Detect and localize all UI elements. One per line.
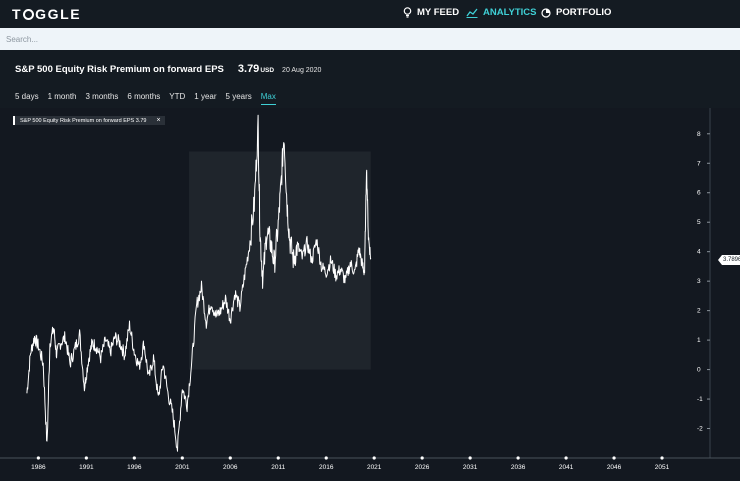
line-chart-icon — [466, 8, 478, 18]
x-tick-label: 2041 — [559, 464, 574, 471]
y-tick-label: -1 — [697, 396, 703, 403]
x-tick-dot — [324, 456, 328, 460]
range-5-days[interactable]: 5 days — [15, 92, 39, 105]
x-tick-dot — [660, 456, 664, 460]
range-max[interactable]: Max — [260, 92, 276, 105]
x-tick-dot — [420, 456, 424, 460]
current-value: 3.79 — [237, 63, 260, 75]
x-tick-label: 2006 — [223, 464, 238, 471]
price-chart[interactable]: 8 7 6 5 4 3 2 1 0 -1 -2 1986 1991 1996 2001 2006 2011 201… — [0, 108, 740, 481]
currency-label: USD — [260, 67, 275, 74]
series-legend-label: S&P 500 Equity Risk Premium on forward E… — [20, 118, 147, 124]
x-tick-label: 2051 — [655, 464, 670, 471]
lightbulb-icon — [403, 7, 412, 18]
y-tick-label: 6 — [697, 190, 701, 197]
y-tick-label: 7 — [697, 160, 701, 167]
nav-portfolio-label: PORTFOLIO — [556, 7, 612, 18]
x-tick-label: 2001 — [175, 464, 190, 471]
series-legend-tag: S&P 500 Equity Risk Premium on forward E… — [13, 116, 165, 125]
pie-chart-icon — [541, 7, 551, 18]
chart-area[interactable]: 8 7 6 5 4 3 2 1 0 -1 -2 1986 1991 1996 2001 2006 2011 201… — [0, 108, 740, 481]
x-tick-dot — [372, 456, 376, 460]
x-tick-dot — [36, 456, 40, 460]
y-tick-label: 0 — [697, 367, 701, 374]
chart-header: S&P 500 Equity Risk Premium on forward E… — [15, 63, 321, 77]
y-tick-label: 1 — [697, 337, 701, 344]
x-tick-label: 2021 — [367, 464, 382, 471]
x-tick-label: 2026 — [415, 464, 430, 471]
y-tick-label: -2 — [697, 426, 703, 433]
x-tick-dot — [564, 456, 568, 460]
range-6-months[interactable]: 6 months — [127, 92, 160, 105]
x-tick-dot — [516, 456, 520, 460]
search-input[interactable] — [0, 28, 740, 50]
x-tick-dot — [612, 456, 616, 460]
x-tick-dot — [84, 456, 88, 460]
top-nav-bar: T GGLE MY FEED ANALYTICS PORTFOLIO — [0, 0, 740, 28]
x-tick-dot — [132, 456, 136, 460]
y-tick-label: 4 — [697, 249, 701, 256]
nav-analytics-label: ANALYTICS — [483, 7, 537, 18]
nav-my-feed[interactable]: MY FEED — [403, 7, 459, 18]
value-date: 20 Aug 2020 — [282, 67, 322, 74]
y-tick-label: 8 — [697, 131, 701, 138]
range-selector: 5 days 1 month 3 months 6 months YTD 1 y… — [15, 92, 276, 105]
y-tick-label: 5 — [697, 219, 701, 226]
nav-portfolio[interactable]: PORTFOLIO — [541, 7, 611, 18]
x-tick-label: 1986 — [31, 464, 46, 471]
range-3-months[interactable]: 3 months — [85, 92, 118, 105]
current-value-marker: 3.7896 — [718, 255, 740, 265]
x-tick-label: 2036 — [511, 464, 526, 471]
x-tick-label: 2046 — [607, 464, 622, 471]
nav-my-feed-label: MY FEED — [417, 7, 460, 18]
x-tick-dot — [468, 456, 472, 460]
x-tick-dot — [276, 456, 280, 460]
x-tick-label: 1996 — [127, 464, 142, 471]
y-tick-label: 3 — [697, 278, 701, 285]
x-tick-label: 2031 — [463, 464, 478, 471]
highlight-band — [189, 151, 371, 370]
x-tick-label: 2011 — [271, 464, 285, 471]
range-1-year[interactable]: 1 year — [194, 92, 216, 105]
page-title: S&P 500 Equity Risk Premium on forward E… — [15, 64, 224, 75]
x-tick-dot — [180, 456, 184, 460]
y-tick-label: 2 — [697, 308, 701, 315]
x-tick-dot — [228, 456, 232, 460]
range-1-month[interactable]: 1 month — [48, 92, 77, 105]
range-5-years[interactable]: 5 years — [226, 92, 252, 105]
nav-analytics[interactable]: ANALYTICS — [466, 7, 537, 18]
toggle-logo[interactable]: T GGLE — [12, 6, 81, 22]
x-tick-label: 2016 — [319, 464, 334, 471]
range-ytd[interactable]: YTD — [169, 92, 185, 105]
x-tick-label: 1991 — [79, 464, 94, 471]
close-icon[interactable]: × — [156, 117, 160, 124]
